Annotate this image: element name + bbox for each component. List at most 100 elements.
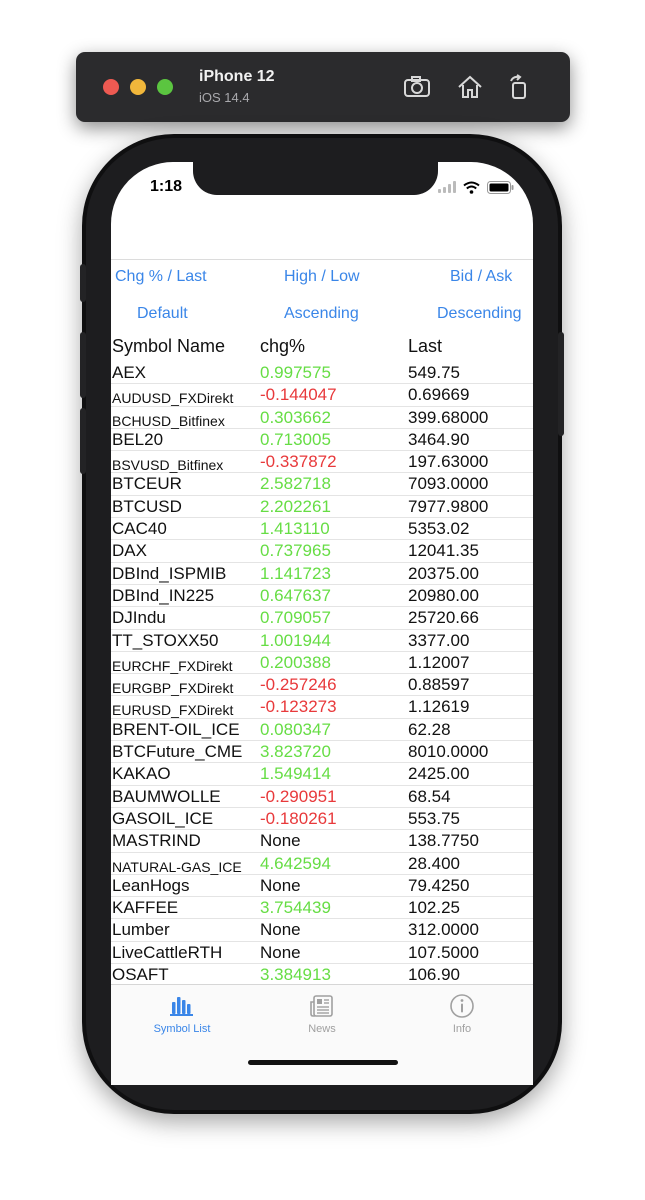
tab-news[interactable]: News <box>272 993 372 1035</box>
tab-symbol-list[interactable]: Symbol List <box>132 993 232 1035</box>
nav-separator <box>111 259 533 260</box>
change-percent: 1.001944 <box>260 630 331 650</box>
tab-info[interactable]: Info <box>412 993 512 1035</box>
table-row[interactable]: MASTRIND None 138.7750 <box>111 830 533 853</box>
symbol-table[interactable]: AEX 0.997575 549.75 AUDUSD_FXDirekt -0.14404… <box>111 362 533 984</box>
simulator-device-name: iPhone 12 <box>199 68 275 85</box>
table-row[interactable]: BTCUSD 2.202261 7977.9800 <box>111 496 533 519</box>
home-indicator <box>248 1060 398 1065</box>
symbol-name: DAX <box>112 541 147 561</box>
sort-field-chg-last[interactable]: Chg % / Last <box>115 268 207 286</box>
symbol-name: Lumber <box>112 920 170 940</box>
simulator-os-version: iOS 14.4 <box>199 90 250 105</box>
table-row[interactable]: NATURAL-GAS_ICE 4.642594 28.400 <box>111 853 533 875</box>
table-row[interactable]: KAKAO 1.549414 2425.00 <box>111 763 533 786</box>
sort-order-ascending[interactable]: Ascending <box>284 305 359 323</box>
last-price: 7977.9800 <box>408 496 489 516</box>
close-window-button[interactable] <box>103 79 119 95</box>
table-row[interactable]: BSVUSD_Bitfinex -0.337872 197.63000 <box>111 451 533 474</box>
last-price: 5353.02 <box>408 519 470 539</box>
table-row[interactable]: EURGBP_FXDirekt -0.257246 0.88597 <box>111 674 533 697</box>
tab-label-info: Info <box>452 1023 472 1035</box>
table-row[interactable]: BTCEUR 2.582718 7093.0000 <box>111 473 533 496</box>
sort-field-bid-ask[interactable]: Bid / Ask <box>450 268 512 286</box>
change-percent: -0.144047 <box>260 385 337 405</box>
battery-icon <box>487 180 514 194</box>
symbol-name: BTCFuture_CME <box>112 742 243 762</box>
last-price: 549.75 <box>408 363 460 382</box>
change-percent: 0.647637 <box>260 585 331 605</box>
table-row[interactable]: LeanHogs None 79.4250 <box>111 875 533 898</box>
symbol-name: CAC40 <box>112 519 167 539</box>
minimize-window-button[interactable] <box>130 79 146 95</box>
rotate-icon <box>510 74 526 99</box>
last-price: 79.4250 <box>408 875 470 895</box>
table-row[interactable]: EURCHF_FXDirekt 0.200388 1.12007 <box>111 652 533 675</box>
last-price: 8010.0000 <box>408 742 489 762</box>
zoom-window-button[interactable] <box>157 79 173 95</box>
table-row[interactable]: BRENT-OIL_ICE 0.080347 62.28 <box>111 719 533 742</box>
sort-order-descending[interactable]: Descending <box>437 305 522 323</box>
table-row[interactable]: Lumber None 312.0000 <box>111 919 533 942</box>
last-price: 553.75 <box>408 808 460 828</box>
table-row[interactable]: TT_STOXX50 1.001944 3377.00 <box>111 630 533 652</box>
change-percent: None <box>260 831 301 851</box>
status-time: 1:18 <box>150 178 183 195</box>
table-row[interactable]: AUDUSD_FXDirekt -0.144047 0.69669 <box>111 384 533 407</box>
last-price: 0.88597 <box>408 675 470 695</box>
table-row[interactable]: BEL20 0.713005 3464.90 <box>111 429 533 452</box>
rotate-button[interactable] <box>505 73 535 101</box>
power-button <box>558 332 564 436</box>
last-price: 1.12619 <box>408 697 470 717</box>
symbol-name: KAFFEE <box>112 898 179 918</box>
home-icon <box>458 75 482 98</box>
last-price: 25720.66 <box>408 608 479 628</box>
table-row[interactable]: DJIndu 0.709057 25720.66 <box>111 607 533 630</box>
symbol-name: TT_STOXX50 <box>112 630 219 650</box>
change-percent: None <box>260 875 301 895</box>
table-row[interactable]: DBInd_ISPMIB 1.141723 20375.00 <box>111 563 533 585</box>
last-price: 68.54 <box>408 786 451 806</box>
last-price: 28.400 <box>408 853 460 873</box>
change-percent: -0.180261 <box>260 808 337 828</box>
last-price: 7093.0000 <box>408 474 489 494</box>
table-row[interactable]: EURUSD_FXDirekt -0.123273 1.12619 <box>111 696 533 719</box>
symbol-name: BTCUSD <box>112 496 182 516</box>
change-percent: 2.202261 <box>260 496 331 516</box>
screenshot-button[interactable] <box>402 73 432 101</box>
sort-field-high-low[interactable]: High / Low <box>284 268 360 286</box>
table-row[interactable]: DAX 0.737965 12041.35 <box>111 540 533 563</box>
table-row[interactable]: GASOIL_ICE -0.180261 553.75 <box>111 808 533 831</box>
column-header-symbol: Symbol Name <box>112 336 226 356</box>
symbol-name: LeanHogs <box>112 875 190 895</box>
last-price: 106.90 <box>408 965 460 984</box>
column-header-chg: chg% <box>260 336 306 356</box>
last-price: 3464.90 <box>408 429 470 449</box>
change-percent: 1.413110 <box>260 519 330 539</box>
table-row[interactable]: BCHUSD_Bitfinex 0.303662 399.68000 <box>111 407 533 429</box>
table-row[interactable]: DBInd_IN225 0.647637 20980.00 <box>111 585 533 608</box>
table-row[interactable]: OSAFT 3.384913 106.90 <box>111 964 533 984</box>
table-row[interactable]: KAFFEE 3.754439 102.25 <box>111 897 533 920</box>
change-percent: 3.823720 <box>260 742 331 762</box>
simulator-toolbar <box>76 52 570 122</box>
change-percent: -0.257246 <box>260 675 337 695</box>
table-row[interactable]: CAC40 1.413110 5353.02 <box>111 518 533 541</box>
symbol-name: KAKAO <box>112 764 171 784</box>
change-percent: -0.290951 <box>260 786 337 806</box>
change-percent: 0.080347 <box>260 719 331 739</box>
last-price: 312.0000 <box>408 920 479 940</box>
last-price: 0.69669 <box>408 385 470 405</box>
change-percent: 0.303662 <box>260 407 331 427</box>
mute-switch <box>80 264 86 302</box>
table-row[interactable]: LiveCattleRTH None 107.5000 <box>111 942 533 965</box>
status-icons <box>438 180 514 194</box>
last-price: 197.63000 <box>408 452 489 472</box>
home-button[interactable] <box>455 73 485 101</box>
sort-order-default[interactable]: Default <box>137 305 188 323</box>
wifi-icon <box>463 181 480 194</box>
table-row[interactable]: BTCFuture_CME 3.823720 8010.0000 <box>111 741 533 764</box>
table-row[interactable]: BAUMWOLLE -0.290951 68.54 <box>111 786 533 808</box>
cellular-signal-icon <box>438 181 456 193</box>
table-row[interactable]: AEX 0.997575 549.75 <box>111 362 533 385</box>
